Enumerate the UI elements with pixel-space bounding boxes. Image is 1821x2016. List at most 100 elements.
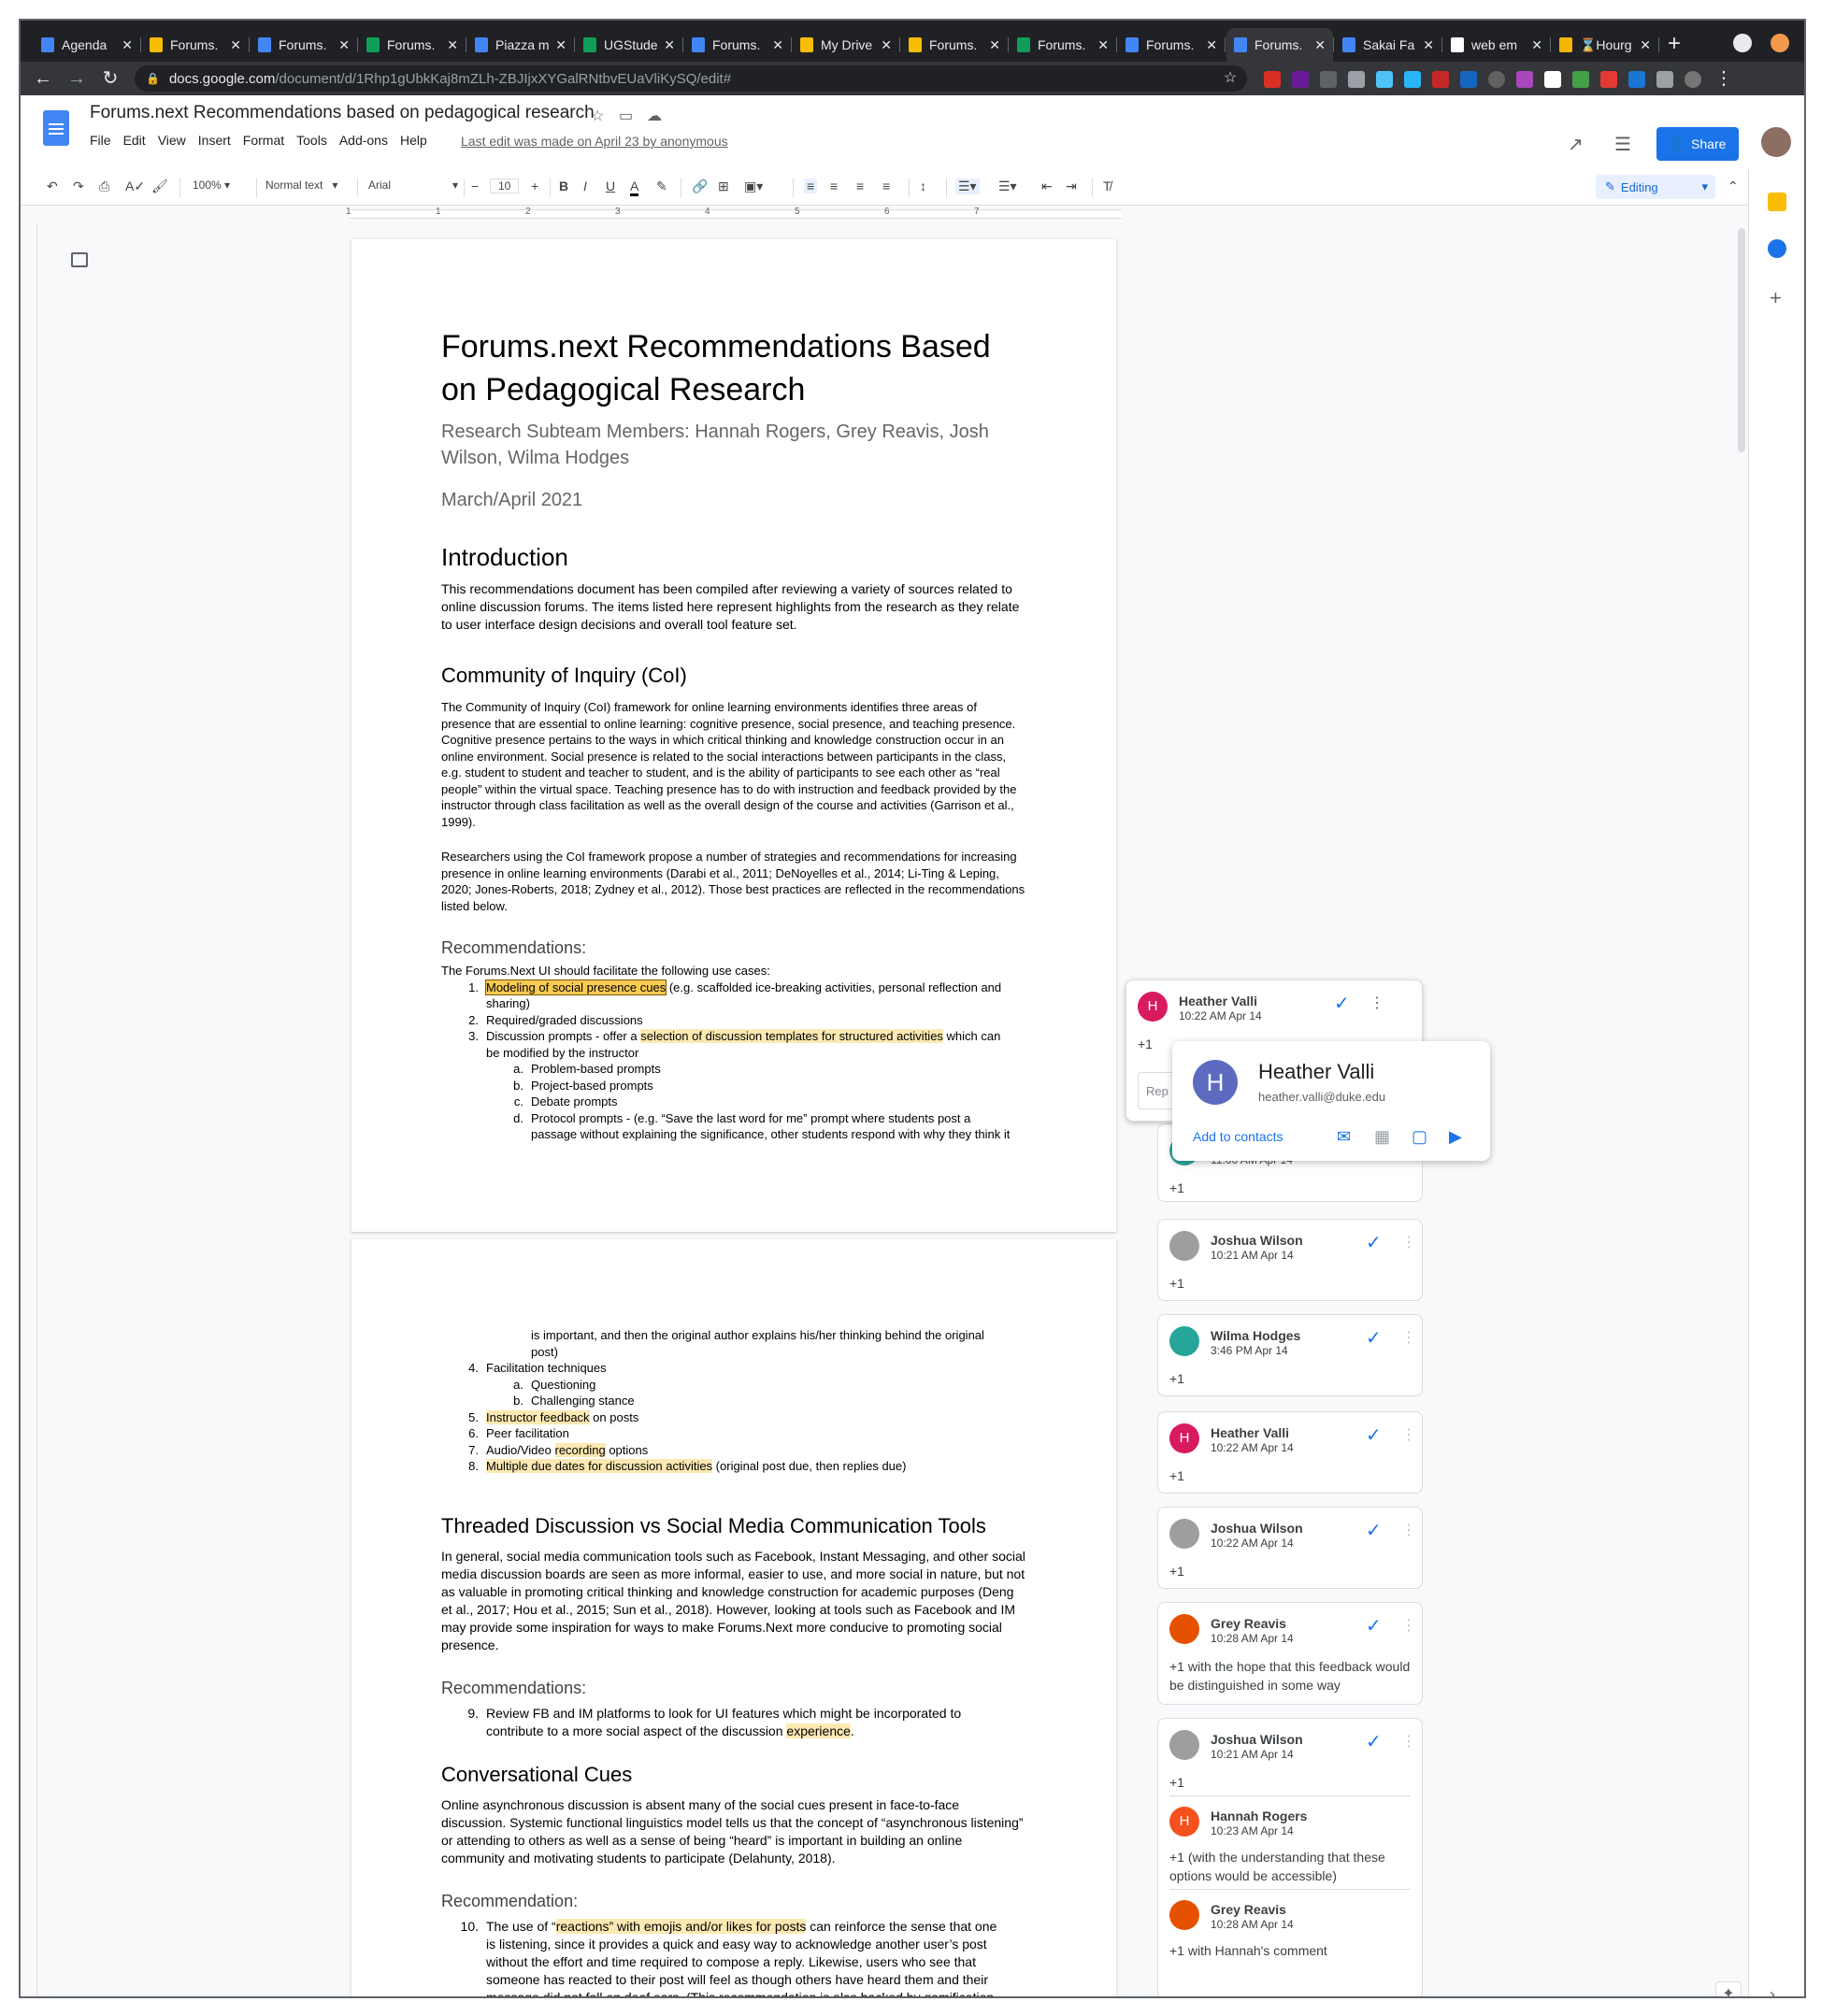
new-tab-button[interactable]: +: [1661, 32, 1687, 58]
menu-help[interactable]: Help: [400, 133, 427, 148]
highlight-color-icon[interactable]: ✎: [656, 179, 667, 194]
menu-add-ons[interactable]: Add-ons: [339, 133, 388, 148]
more-options-icon[interactable]: ⋮: [1401, 1328, 1416, 1347]
cloud-saved-icon[interactable]: ☁: [647, 107, 662, 125]
editing-mode-select[interactable]: ✎ Editing ▾: [1596, 175, 1715, 199]
zoom-select[interactable]: 100% ▾: [193, 179, 230, 192]
tab-close-icon[interactable]: ✕: [1206, 37, 1217, 53]
avatar[interactable]: H: [1169, 1423, 1199, 1453]
url-input[interactable]: 🔒 docs.google.com/document/d/1Rhp1gUbkKa…: [135, 65, 1247, 92]
avatar[interactable]: [1169, 1326, 1199, 1356]
extension-puzzle-icon[interactable]: [1292, 71, 1309, 88]
comment-card[interactable]: H Heather Valli 10:22 AM Apr 14 ✓ ⋮ +1: [1157, 1411, 1423, 1494]
back-arrow-icon[interactable]: ←: [32, 67, 54, 90]
numbered-list-icon[interactable]: ☰▾: [955, 179, 980, 194]
browser-tab[interactable]: My Drive ✕: [793, 28, 900, 62]
comment-card[interactable]: Joshua Wilson 10:21 AM Apr 14 ✓ ⋮ +1 H Hannah …: [1157, 1718, 1423, 1996]
tab-close-icon[interactable]: ✕: [447, 37, 458, 53]
extension-grid-icon[interactable]: [1460, 71, 1477, 88]
comment-card[interactable]: Grey Reavis 10:28 AM Apr 14 ✓ ⋮ +1 with the …: [1157, 1602, 1423, 1705]
font-select[interactable]: Arial ▾: [368, 179, 458, 192]
highlighted-text[interactable]: selection of discussion templates for st…: [640, 1029, 943, 1043]
browser-tab[interactable]: web em ✕: [1443, 28, 1551, 62]
browser-tab[interactable]: Forums. ✕: [251, 28, 358, 62]
tab-close-icon[interactable]: ✕: [1097, 37, 1109, 53]
page-2[interactable]: is important, and then the original auth…: [351, 1239, 1116, 1996]
document-outline-icon[interactable]: [71, 252, 88, 267]
browser-menu-icon[interactable]: ⋮: [1713, 67, 1735, 90]
last-edit-link[interactable]: Last edit was made on April 23 by anonym…: [461, 134, 728, 149]
more-options-icon[interactable]: ⋮: [1401, 1521, 1416, 1539]
comment-author[interactable]: Heather Valli: [1179, 994, 1257, 1008]
text-color-icon[interactable]: A: [630, 179, 639, 196]
tab-close-icon[interactable]: ✕: [1640, 37, 1651, 53]
comment-author[interactable]: Joshua Wilson: [1211, 1233, 1303, 1248]
increase-indent-icon[interactable]: ⇥: [1066, 179, 1077, 194]
share-button[interactable]: 👤 Share: [1656, 127, 1739, 161]
docs-logo-icon[interactable]: [43, 110, 69, 146]
more-options-icon[interactable]: ⋮: [1369, 994, 1384, 1012]
comment-author[interactable]: Joshua Wilson: [1211, 1732, 1303, 1747]
reload-icon[interactable]: ↻: [99, 67, 122, 90]
align-center-icon[interactable]: ≡: [830, 179, 838, 193]
resolve-check-icon[interactable]: ✓: [1366, 1730, 1382, 1753]
extension-window-icon[interactable]: [1404, 71, 1421, 88]
tasks-icon[interactable]: [1768, 239, 1786, 258]
contact-email[interactable]: heather.valli@duke.edu: [1258, 1090, 1385, 1104]
scrollbar-thumb[interactable]: [1738, 228, 1745, 452]
highlighted-text[interactable]: Modeling of social presence cues: [484, 979, 667, 995]
tab-close-icon[interactable]: ✕: [1314, 37, 1326, 53]
avatar[interactable]: H: [1169, 1807, 1199, 1837]
more-options-icon[interactable]: ⋮: [1401, 1732, 1416, 1751]
avatar[interactable]: [1169, 1900, 1199, 1930]
menu-insert[interactable]: Insert: [198, 133, 231, 148]
resolve-check-icon[interactable]: ✓: [1366, 1614, 1382, 1637]
spellcheck-icon[interactable]: A✓: [125, 179, 145, 194]
comment-card[interactable]: Joshua Wilson 10:21 AM Apr 14 ✓ ⋮ +1: [1157, 1219, 1423, 1301]
chat-icon[interactable]: ▢: [1412, 1127, 1427, 1147]
browser-tab[interactable]: Agenda ✕: [34, 28, 141, 62]
increase-font-size-button[interactable]: +: [531, 179, 538, 193]
browser-tab[interactable]: Piazza m ✕: [467, 28, 575, 62]
explore-button-icon[interactable]: ✦: [1715, 1981, 1742, 1996]
browser-tab[interactable]: ⌛Hourg ✕: [1552, 28, 1659, 62]
browser-tab[interactable]: Forums. ✕: [1118, 28, 1226, 62]
avatar[interactable]: [1169, 1231, 1199, 1261]
underline-icon[interactable]: U: [606, 179, 615, 193]
bookmark-star-icon[interactable]: ☆: [1219, 67, 1241, 90]
browser-tab[interactable]: Forums. ✕: [1010, 28, 1117, 62]
more-options-icon[interactable]: ⋮: [1401, 1425, 1416, 1444]
tab-close-icon[interactable]: ✕: [772, 37, 783, 53]
extension-camera-icon[interactable]: [1348, 71, 1365, 88]
tab-close-icon[interactable]: ✕: [122, 37, 133, 53]
decrease-indent-icon[interactable]: ⇤: [1041, 179, 1053, 194]
clear-formatting-icon[interactable]: T̸: [1103, 179, 1111, 193]
profile-menu-icon[interactable]: [1733, 34, 1752, 52]
browser-tab[interactable]: Sakai Fa ✕: [1335, 28, 1442, 62]
tab-close-icon[interactable]: ✕: [230, 37, 241, 53]
comment-card[interactable]: Joshua Wilson 10:22 AM Apr 14 ✓ ⋮ +1: [1157, 1507, 1423, 1589]
menu-format[interactable]: Format: [243, 133, 284, 148]
tab-close-icon[interactable]: ✕: [1423, 37, 1434, 53]
menu-view[interactable]: View: [158, 133, 186, 148]
tab-close-icon[interactable]: ✕: [989, 37, 1000, 53]
browser-tab[interactable]: Forums. ✕: [1226, 28, 1334, 62]
insert-comment-icon[interactable]: ⊞: [718, 179, 729, 194]
tab-close-icon[interactable]: ✕: [881, 37, 892, 53]
document-title[interactable]: Forums.next Recommendations based on ped…: [90, 103, 595, 123]
collapse-panel-icon[interactable]: ›: [1770, 1985, 1775, 1996]
align-right-icon[interactable]: ≡: [856, 179, 864, 193]
email-icon[interactable]: ✉: [1337, 1127, 1351, 1147]
extension-s-icon[interactable]: [1628, 71, 1645, 88]
insert-image-icon[interactable]: ▣▾: [744, 179, 763, 194]
style-select[interactable]: Normal text ▾: [265, 179, 337, 192]
line-spacing-icon[interactable]: ↕: [920, 179, 926, 193]
resolve-check-icon[interactable]: ✓: [1334, 992, 1350, 1015]
undo-icon[interactable]: ↶: [47, 179, 58, 194]
extension-diamond-icon[interactable]: [1376, 71, 1393, 88]
account-avatar[interactable]: [1761, 127, 1791, 157]
avatar[interactable]: H: [1138, 992, 1168, 1022]
bulleted-list-icon[interactable]: ☰▾: [998, 179, 1017, 194]
comment-author[interactable]: Grey Reavis: [1211, 1616, 1286, 1631]
menu-file[interactable]: File: [90, 133, 111, 148]
